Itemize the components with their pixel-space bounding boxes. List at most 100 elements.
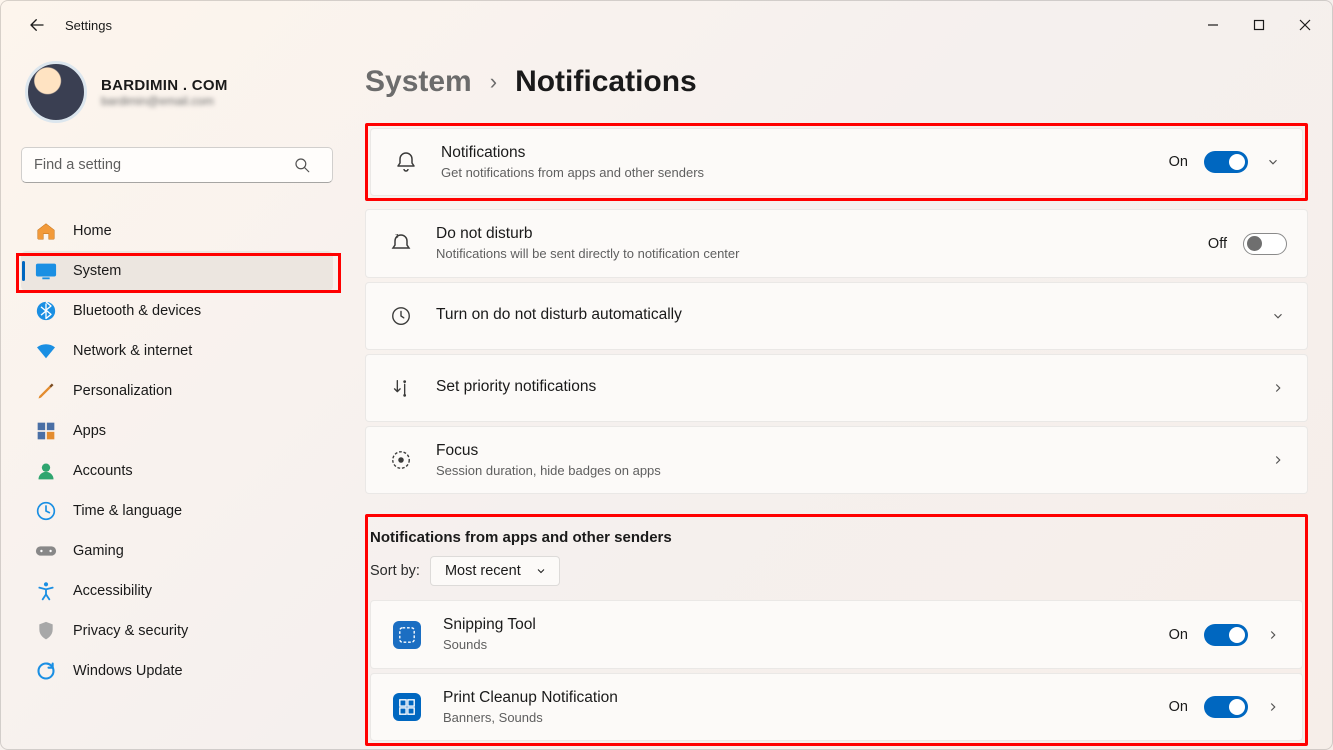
update-icon [35,660,57,682]
nav-accounts[interactable]: Accounts [21,451,333,491]
shield-icon [35,620,57,642]
nav-label: Network & internet [73,343,192,359]
search-input[interactable] [21,147,333,183]
nav-label: Accessibility [73,583,152,599]
profile-block[interactable]: BARDIMIN . COM bardimin@email.com [21,57,325,141]
setting-title: Focus [436,441,661,462]
nav-accessibility[interactable]: Accessibility [21,571,333,611]
nav-bluetooth[interactable]: Bluetooth & devices [21,291,333,331]
highlight-box-notifications: Notifications Get notifications from app… [365,123,1308,201]
gamepad-icon [35,540,57,562]
system-icon [35,260,57,282]
setting-dnd[interactable]: z Do not disturb Notifications will be s… [365,209,1308,277]
minimize-icon [1207,19,1219,31]
toggle-state: On [1169,627,1188,643]
chevron-right-icon[interactable] [1264,626,1282,644]
accessibility-icon [35,580,57,602]
main-content: System › Notifications Notifications Get… [341,49,1332,749]
setting-title: Notifications [441,143,704,164]
nav-label: Time & language [73,503,182,519]
app-icon [393,621,421,649]
highlight-box-apps-section: Notifications from apps and other sender… [365,514,1308,746]
chevron-right-icon[interactable] [1264,698,1282,716]
app-sub: Banners, Sounds [443,709,618,727]
setting-focus[interactable]: Focus Session duration, hide badges on a… [365,426,1308,494]
toggle-state: On [1169,154,1188,170]
app-icon [393,693,421,721]
app-toggle[interactable] [1204,696,1248,718]
nav-personalization[interactable]: Personalization [21,371,333,411]
nav-label: Privacy & security [73,623,188,639]
dnd-toggle[interactable] [1243,233,1287,255]
nav-label: Gaming [73,543,124,559]
nav-label: Apps [73,423,106,439]
priority-icon [388,375,414,401]
svg-text:z: z [395,233,399,240]
nav-time-language[interactable]: Time & language [21,491,333,531]
setting-title: Set priority notifications [436,377,596,398]
setting-auto-dnd[interactable]: Turn on do not disturb automatically [365,282,1308,350]
home-icon [35,220,57,242]
chevron-right-icon[interactable] [1269,379,1287,397]
maximize-icon [1253,19,1265,31]
notifications-toggle[interactable] [1204,151,1248,173]
toggle-state: Off [1208,236,1227,252]
nav-apps[interactable]: Apps [21,411,333,451]
nav-label: Windows Update [73,663,183,679]
app-print-cleanup[interactable]: Print Cleanup Notification Banners, Soun… [370,673,1303,741]
minimize-button[interactable] [1190,5,1236,45]
section-header: Notifications from apps and other sender… [370,525,1303,556]
apps-icon [35,420,57,442]
wifi-icon [35,340,57,362]
nav-system[interactable]: System [21,251,333,291]
nav-privacy[interactable]: Privacy & security [21,611,333,651]
bluetooth-icon [35,300,57,322]
back-button[interactable] [17,5,57,45]
setting-title: Turn on do not disturb automatically [436,305,682,326]
sort-value: Most recent [445,563,521,579]
setting-sub: Session duration, hide badges on apps [436,462,661,480]
chevron-right-icon[interactable] [1269,451,1287,469]
breadcrumb-current: Notifications [515,65,697,99]
setting-title: Do not disturb [436,224,739,245]
chevron-down-icon [535,565,547,577]
maximize-button[interactable] [1236,5,1282,45]
clock-globe-icon [35,500,57,522]
person-icon [35,460,57,482]
nav-gaming[interactable]: Gaming [21,531,333,571]
chevron-down-icon[interactable] [1269,307,1287,325]
title-bar: Settings [1,1,1332,49]
sort-label: Sort by: [370,563,420,579]
arrow-left-icon [28,16,46,34]
app-toggle[interactable] [1204,624,1248,646]
nav-home[interactable]: Home [21,211,333,251]
profile-email: bardimin@email.com [101,94,228,108]
paintbrush-icon [35,380,57,402]
app-sub: Sounds [443,636,536,654]
sidebar: BARDIMIN . COM bardimin@email.com Home S… [1,49,341,749]
close-icon [1299,19,1311,31]
profile-name: BARDIMIN . COM [101,77,228,94]
focus-icon [388,447,414,473]
setting-sub: Get notifications from apps and other se… [441,164,704,182]
bell-icon [393,149,419,175]
clock-icon [388,303,414,329]
chevron-down-icon[interactable] [1264,153,1282,171]
search-box [21,147,325,183]
nav-label: Personalization [73,383,172,399]
nav: Home System Bluetooth & devices Network … [21,211,333,691]
chevron-right-icon: › [490,69,497,95]
app-snipping-tool[interactable]: Snipping Tool Sounds On [370,600,1303,668]
nav-label: Bluetooth & devices [73,303,201,319]
setting-priority[interactable]: Set priority notifications [365,354,1308,422]
sort-dropdown[interactable]: Most recent [430,556,560,586]
breadcrumb-parent[interactable]: System [365,65,472,99]
dnd-bell-icon: z [388,231,414,257]
close-button[interactable] [1282,5,1328,45]
setting-notifications[interactable]: Notifications Get notifications from app… [370,128,1303,196]
setting-sub: Notifications will be sent directly to n… [436,245,739,263]
nav-windows-update[interactable]: Windows Update [21,651,333,691]
nav-label: Accounts [73,463,133,479]
nav-label: Home [73,223,112,239]
nav-network[interactable]: Network & internet [21,331,333,371]
